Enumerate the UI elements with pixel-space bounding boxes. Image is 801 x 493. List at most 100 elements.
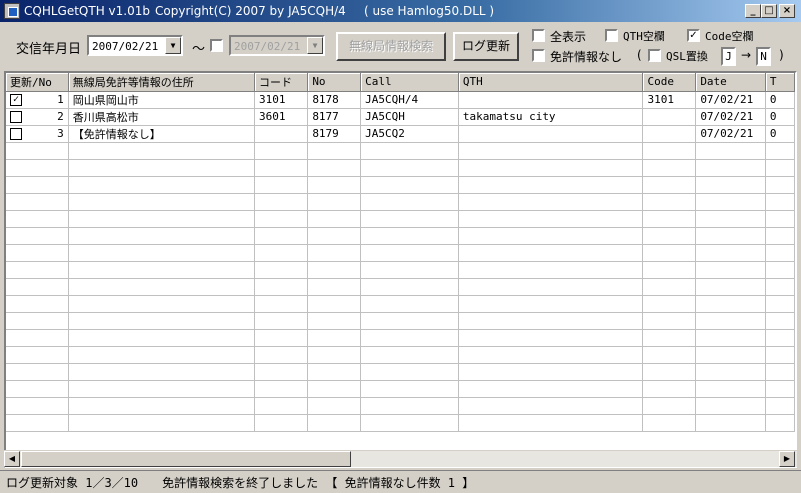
cell-qth[interactable] [458,91,644,109]
empty-cell [695,244,766,262]
empty-cell [254,346,309,364]
cell-date[interactable]: 07/02/21 [695,91,766,109]
scroll-right-icon[interactable]: ▶ [779,451,795,467]
show-all-checkbox[interactable] [532,29,545,42]
no-license-checkbox[interactable] [532,49,545,62]
empty-cell [68,261,256,279]
col-code[interactable]: コード [254,73,309,92]
empty-cell [6,363,69,381]
col-no[interactable]: No [307,73,362,92]
empty-cell [765,397,795,415]
cell-num[interactable]: 8178 [307,91,362,109]
col-call[interactable]: Call [360,73,459,92]
empty-cell [765,176,795,194]
cell-no[interactable]: ✓ 1 [6,91,69,109]
cell-call[interactable]: JA5CQ2 [360,125,459,143]
cell-code[interactable]: 3601 [254,108,309,126]
cell-call[interactable]: JA5CQH/4 [360,91,459,109]
empty-cell [695,210,766,228]
cell-code2[interactable]: 3101 [642,91,697,109]
cell-address[interactable]: 香川県高松市 [68,108,256,126]
close-button[interactable]: × [779,4,795,18]
empty-cell [360,142,459,160]
col-qth[interactable]: QTH [458,73,644,92]
empty-cell [458,227,644,245]
empty-cell [68,193,256,211]
cell-t[interactable]: 0 [765,91,795,109]
qth-blank-checkbox[interactable] [605,29,618,42]
cell-address[interactable]: 【免許情報なし】 [68,125,256,143]
log-grid[interactable]: 更新/No 無線局免許等情報の住所 コード No Call QTH Code D… [4,71,797,468]
empty-cell [642,295,697,313]
empty-cell [458,142,644,160]
row-update-checkbox[interactable] [10,111,22,123]
scroll-thumb[interactable] [21,451,351,467]
cell-no[interactable]: 2 [6,108,69,126]
cell-qth[interactable]: takamatsu city [458,108,644,126]
cell-code[interactable]: 3101 [254,91,309,109]
empty-cell [307,244,362,262]
station-search-button[interactable]: 無線局情報検索 [336,32,446,61]
log-update-button[interactable]: ログ更新 [453,32,519,61]
empty-cell [765,244,795,262]
col-t[interactable]: T [765,73,795,92]
qsl-replace-checkbox[interactable] [648,49,661,62]
col-date[interactable]: Date [695,73,766,92]
date-to-field[interactable]: 2007/02/21 ▼ [229,35,325,56]
cell-num[interactable]: 8179 [307,125,362,143]
table-row[interactable]: 3 【免許情報なし】 8179 JA5CQ2 07/02/21 0 [6,125,795,143]
empty-row [6,159,795,177]
cell-code2[interactable] [642,108,697,126]
empty-cell [68,312,256,330]
empty-cell [695,380,766,398]
status-text: ログ更新対象 1／3／10 免許情報検索を終了しました 【 免許情報なし件数 1… [6,476,475,490]
maximize-button[interactable]: □ [761,4,777,18]
cell-code[interactable] [254,125,309,143]
empty-cell [254,159,309,177]
cell-address[interactable]: 岡山県岡山市 [68,91,256,109]
empty-cell [765,380,795,398]
cell-date[interactable]: 07/02/21 [695,108,766,126]
table-row[interactable]: 2 香川県高松市 3601 8177 JA5CQH takamatsu city 07/02… [6,108,795,126]
col-address[interactable]: 無線局免許等情報の住所 [68,73,256,92]
empty-cell [458,295,644,313]
cell-qth[interactable] [458,125,644,143]
cell-no[interactable]: 3 [6,125,69,143]
empty-cell [360,380,459,398]
cell-num[interactable]: 8177 [307,108,362,126]
qsl-to-input[interactable]: N [756,47,771,66]
horizontal-scrollbar[interactable]: ◀ ▶ [4,450,797,467]
empty-cell [360,210,459,228]
cell-t[interactable]: 0 [765,125,795,143]
empty-cell [695,363,766,381]
empty-cell [458,414,644,432]
empty-cell [68,159,256,177]
chevron-down-icon[interactable]: ▼ [165,37,181,54]
col-code2[interactable]: Code [642,73,697,92]
empty-cell [360,159,459,177]
qsl-replace-label: QSL置換 [666,50,708,63]
empty-cell [695,397,766,415]
cell-call[interactable]: JA5CQH [360,108,459,126]
table-row[interactable]: ✓ 1 岡山県岡山市 3101 8178 JA5CQH/4 3101 07/02/21 0 [6,91,795,109]
cell-date[interactable]: 07/02/21 [695,125,766,143]
minimize-button[interactable]: _ [745,4,761,18]
date-from-value: 2007/02/21 [92,40,159,53]
cell-code2[interactable] [642,125,697,143]
date-from-field[interactable]: 2007/02/21 ▼ [87,35,183,56]
empty-cell [68,278,256,296]
row-update-checkbox[interactable]: ✓ [10,94,22,106]
row-update-checkbox[interactable] [10,128,22,140]
empty-cell [458,176,644,194]
chevron-down-icon[interactable]: ▼ [307,37,323,54]
row-no: 1 [57,93,64,106]
qsl-from-input[interactable]: J [721,47,736,66]
cell-t[interactable]: 0 [765,108,795,126]
empty-cell [6,142,69,160]
date-to-checkbox[interactable] [210,39,223,52]
empty-cell [695,414,766,432]
col-update-no[interactable]: 更新/No [6,73,69,92]
empty-cell [765,227,795,245]
code-blank-checkbox[interactable]: ✓ [687,29,700,42]
scroll-left-icon[interactable]: ◀ [4,451,20,467]
